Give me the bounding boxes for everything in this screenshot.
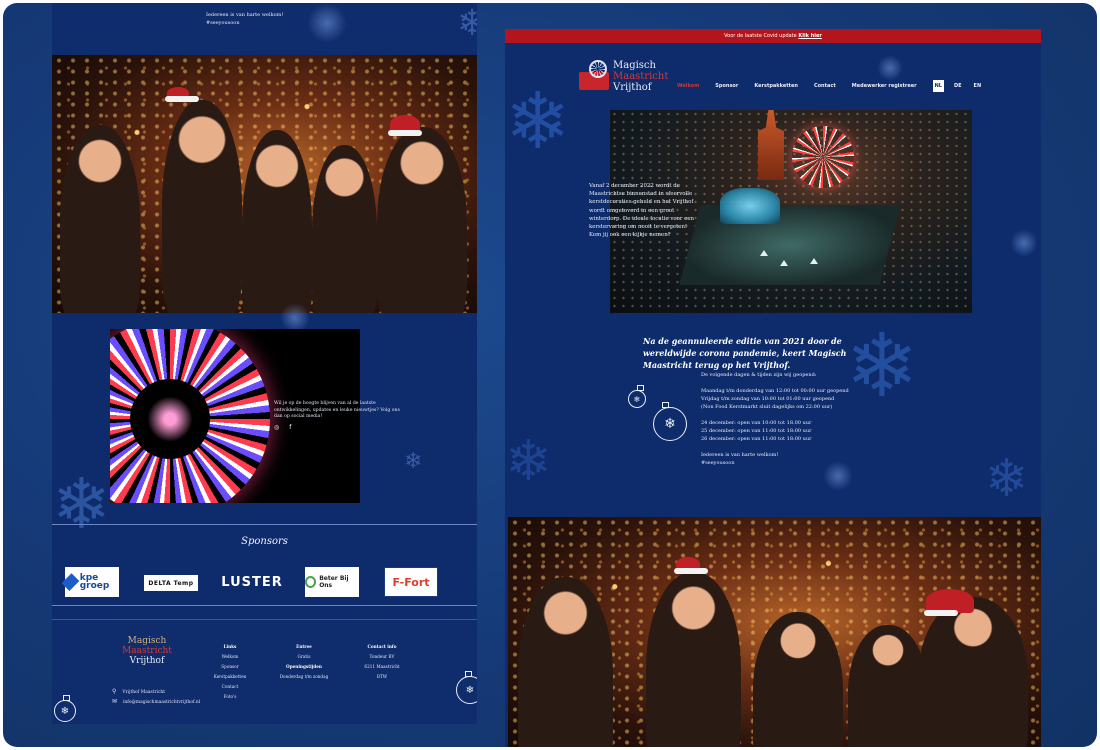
footer-link[interactable]: Kerstpakketten: [210, 672, 250, 682]
divider: [52, 605, 477, 606]
social-icons: ◎ f: [274, 424, 291, 431]
lang-nl[interactable]: NL: [932, 80, 944, 92]
sponsor-beterbijons-logo[interactable]: Beter Bij Ons: [305, 567, 359, 597]
lang-de[interactable]: DE: [952, 80, 964, 92]
divider: [52, 524, 477, 525]
left-page-preview: Iedereen is van harte welkom! #seeyousoo…: [52, 3, 477, 724]
mail-icon: ✉: [112, 698, 118, 705]
sponsors-title: Sponsors: [241, 536, 288, 547]
footer-links: Links Welkom Sponsor Kerstpakketten Cont…: [210, 642, 250, 702]
location-pin-icon: ⚲: [112, 688, 117, 695]
party-photo: [508, 517, 1041, 747]
footer-logo[interactable]: Magisch Maastricht Vrijthof: [112, 636, 182, 666]
footer-entree: Entree Gratis Openingstijden Donderdag t…: [279, 644, 329, 679]
nav-sponsor[interactable]: Sponsor: [715, 83, 738, 89]
headline: Na de geannuleerde editie van 2021 door …: [643, 336, 847, 370]
covid-banner: Voor de laatste Covid update Klik hier: [505, 29, 1041, 43]
footer-contact-info: Contact info Tondeur BV 6211 Maastricht …: [364, 644, 400, 679]
nav-kerstpakketten[interactable]: Kerstpakketten: [754, 83, 798, 89]
sponsor-luster-logo[interactable]: LUSTER: [221, 567, 282, 597]
sponsor-kpe-logo[interactable]: kpe groep: [61, 567, 119, 597]
footer-link[interactable]: Sponsor: [210, 662, 250, 672]
sponsor-logos: kpe groep DELTA Temp LUSTER Beter Bij On…: [61, 567, 442, 597]
sponsor-delta-logo[interactable]: DELTA Temp: [144, 575, 198, 591]
welcome-text: Iedereen is van harte welkom! #seeyousoo…: [206, 11, 283, 27]
party-photo: [52, 55, 477, 313]
welcome-line: Iedereen is van harte welkom!: [206, 12, 284, 18]
intro-text: Vanaf 2 december 2022 wordt de Maastrich…: [589, 183, 695, 239]
ornament-icon: ❄: [54, 695, 76, 722]
footer-link[interactable]: Contact: [210, 682, 250, 692]
social-media-text: Wil je op de hoogte blijven van al de la…: [274, 401, 400, 419]
lang-en[interactable]: EN: [972, 80, 984, 92]
footer-address: ⚲ Vrijthof Maastricht: [112, 688, 166, 695]
main-nav: Welkom Sponsor Kerstpakketten Contact Me…: [677, 78, 991, 94]
sponsor-ffort-logo[interactable]: F-Fort: [384, 567, 438, 597]
nav-medewerker-registreer[interactable]: Medewerker registreer: [852, 83, 917, 89]
screenshot-frame: Iedereen is van harte welkom! #seeyousoo…: [3, 3, 1097, 747]
footer-link[interactable]: Foto's: [210, 692, 250, 702]
ornament-icon: ❄: [628, 385, 646, 408]
covid-link[interactable]: Klik hier: [798, 33, 822, 39]
nav-welkom[interactable]: Welkom: [677, 83, 699, 89]
hashtag-line: #seeyousoon: [206, 20, 240, 26]
instagram-icon[interactable]: ◎: [274, 424, 279, 431]
footer-email[interactable]: ✉ info@magischmaastrichtvrijthof.nl: [112, 698, 200, 705]
site-logo[interactable]: Magisch Maastricht Vrijthof: [577, 56, 687, 100]
ornament-icon: ❄: [653, 402, 687, 441]
footer: Magisch Maastricht Vrijthof ⚲ Vrijthof Ma…: [52, 619, 477, 724]
ornament-icon: ❄: [456, 671, 477, 704]
right-page-preview: Voor de laatste Covid update Klik hier M…: [505, 29, 1041, 747]
nav-contact[interactable]: Contact: [814, 83, 836, 89]
footer-link[interactable]: Welkom: [210, 652, 250, 662]
logo-icon: [577, 60, 611, 92]
facebook-icon[interactable]: f: [289, 424, 291, 431]
opening-schedule: De volgende dagen & tijden zijn wij geop…: [701, 372, 849, 466]
